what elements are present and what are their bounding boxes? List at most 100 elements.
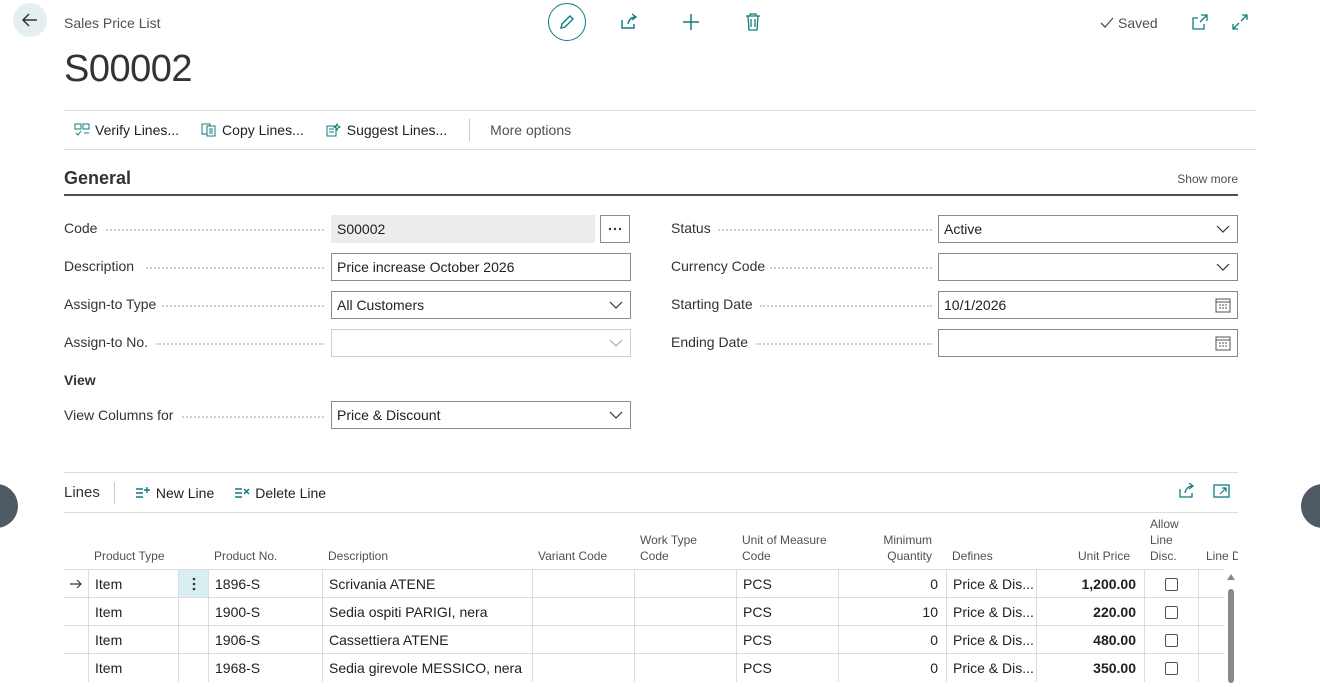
col-allow-line-disc[interactable]: Allow Line Disc. — [1150, 513, 1196, 570]
status-select[interactable]: Active — [938, 215, 1238, 243]
assign-to-type-leader — [162, 305, 324, 307]
lines-title[interactable]: Lines — [64, 484, 100, 501]
assign-to-no-select[interactable] — [331, 329, 631, 357]
col-variant-code[interactable]: Variant Code — [538, 513, 634, 570]
cell-work-type-code[interactable] — [634, 654, 736, 682]
cell-product-type[interactable]: Item — [88, 626, 178, 654]
row-actions-cell[interactable] — [178, 654, 208, 682]
cell-work-type-code[interactable] — [634, 626, 736, 654]
lines-focus-button[interactable] — [1213, 483, 1230, 502]
cell-defines[interactable]: Price & Dis... — [946, 626, 1036, 654]
allow-line-disc-checkbox[interactable] — [1165, 577, 1178, 591]
cell-product-no[interactable]: 1906-S — [208, 626, 322, 654]
row-actions-cell[interactable] — [178, 626, 208, 654]
cell-product-type[interactable]: Item — [88, 598, 178, 626]
cell-description[interactable]: Sedia ospiti PARIGI, nera — [322, 598, 532, 626]
verify-lines-button[interactable]: Verify Lines... — [74, 122, 179, 138]
col-line-disc[interactable]: Line D — [1206, 513, 1238, 570]
description-field[interactable]: Price increase October 2026 — [331, 253, 631, 281]
table-row[interactable]: Item 1896-S Scrivania ATENE PCS 0 Price … — [64, 569, 1224, 598]
col-description[interactable]: Description — [328, 513, 528, 570]
share-button[interactable] — [610, 3, 648, 41]
allow-line-disc-checkbox[interactable] — [1165, 633, 1178, 647]
cell-unit-price[interactable]: 480.00 — [1036, 626, 1144, 654]
cell-uom[interactable]: PCS — [736, 654, 838, 682]
scrollbar-thumb[interactable] — [1228, 589, 1234, 683]
previous-record-button[interactable] — [0, 484, 18, 528]
lines-scrollbar[interactable] — [1227, 571, 1235, 687]
currency-code-select[interactable] — [938, 253, 1238, 281]
table-row[interactable]: Item 1968-S Sedia girevole MESSICO, nera… — [64, 653, 1224, 682]
cell-variant-code[interactable] — [532, 570, 634, 598]
cell-line-disc[interactable] — [1198, 570, 1224, 598]
cell-variant-code[interactable] — [532, 654, 634, 682]
col-work-type-code[interactable]: Work Type Code — [640, 513, 716, 570]
cell-line-disc[interactable] — [1198, 598, 1224, 626]
cell-defines[interactable]: Price & Dis... — [946, 654, 1036, 682]
col-product-type[interactable]: Product Type — [94, 513, 204, 570]
general-section-title[interactable]: General — [64, 168, 131, 189]
cell-description[interactable]: Sedia girevole MESSICO, nera — [322, 654, 532, 682]
table-row[interactable]: Item 1906-S Cassettiera ATENE PCS 0 Pric… — [64, 625, 1224, 654]
more-options-button[interactable]: More options — [490, 122, 571, 138]
new-button[interactable] — [672, 3, 710, 41]
cell-variant-code[interactable] — [532, 598, 634, 626]
calendar-icon[interactable] — [1215, 335, 1231, 351]
back-button[interactable] — [13, 3, 47, 37]
cell-min-qty[interactable]: 10 — [838, 598, 946, 626]
cell-min-qty[interactable]: 0 — [838, 626, 946, 654]
code-field[interactable]: S00002 — [331, 215, 595, 243]
cell-product-no[interactable]: 1968-S — [208, 654, 322, 682]
cell-product-no[interactable]: 1900-S — [208, 598, 322, 626]
cell-product-type[interactable]: Item — [88, 654, 178, 682]
ending-date-field[interactable] — [938, 329, 1238, 357]
cell-unit-price[interactable]: 350.00 — [1036, 654, 1144, 682]
cell-description[interactable]: Scrivania ATENE — [322, 570, 532, 598]
cell-min-qty[interactable]: 0 — [838, 570, 946, 598]
edit-button[interactable] — [548, 3, 586, 41]
cell-defines[interactable]: Price & Dis... — [946, 570, 1036, 598]
row-actions-button[interactable] — [178, 570, 208, 598]
cell-product-no[interactable]: 1896-S — [208, 570, 322, 598]
delete-button[interactable] — [734, 3, 772, 41]
cell-uom[interactable]: PCS — [736, 598, 838, 626]
cell-uom[interactable]: PCS — [736, 626, 838, 654]
suggest-lines-button[interactable]: Suggest Lines... — [326, 122, 447, 138]
table-row[interactable]: Item 1900-S Sedia ospiti PARIGI, nera PC… — [64, 597, 1224, 626]
calendar-icon[interactable] — [1215, 297, 1231, 313]
view-columns-select[interactable]: Price & Discount — [331, 401, 631, 429]
cell-uom[interactable]: PCS — [736, 570, 838, 598]
new-line-button[interactable]: New Line — [135, 485, 214, 501]
row-actions-cell[interactable] — [178, 598, 208, 626]
col-product-no[interactable]: Product No. — [214, 513, 318, 570]
cell-product-type[interactable]: Item — [88, 570, 178, 598]
starting-date-field[interactable]: 10/1/2026 — [938, 291, 1238, 319]
code-assist-button[interactable] — [600, 215, 630, 243]
cell-work-type-code[interactable] — [634, 598, 736, 626]
lines-share-button[interactable] — [1178, 482, 1195, 502]
allow-line-disc-checkbox[interactable] — [1165, 605, 1178, 619]
col-uom[interactable]: Unit of Measure Code — [742, 513, 838, 570]
action-separator — [469, 119, 471, 141]
delete-line-button[interactable]: Delete Line — [234, 485, 326, 501]
cell-line-disc[interactable] — [1198, 654, 1224, 682]
col-unit-price[interactable]: Unit Price — [1044, 513, 1130, 570]
cell-variant-code[interactable] — [532, 626, 634, 654]
col-defines[interactable]: Defines — [952, 513, 1038, 570]
scroll-up-icon[interactable] — [1227, 573, 1235, 581]
expand-button[interactable] — [1230, 12, 1250, 32]
allow-line-disc-checkbox[interactable] — [1165, 661, 1178, 675]
cell-description[interactable]: Cassettiera ATENE — [322, 626, 532, 654]
cell-unit-price[interactable]: 1,200.00 — [1036, 570, 1144, 598]
assign-to-type-select[interactable]: All Customers — [331, 291, 631, 319]
open-new-window-button[interactable] — [1190, 12, 1210, 32]
show-more-link[interactable]: Show more — [1177, 172, 1238, 186]
next-record-button[interactable] — [1301, 484, 1320, 528]
cell-min-qty[interactable]: 0 — [838, 654, 946, 682]
copy-lines-button[interactable]: Copy Lines... — [201, 122, 304, 138]
cell-unit-price[interactable]: 220.00 — [1036, 598, 1144, 626]
cell-work-type-code[interactable] — [634, 570, 736, 598]
cell-defines[interactable]: Price & Dis... — [946, 598, 1036, 626]
col-min-qty[interactable]: Minimum Quantity — [864, 513, 932, 570]
cell-line-disc[interactable] — [1198, 626, 1224, 654]
